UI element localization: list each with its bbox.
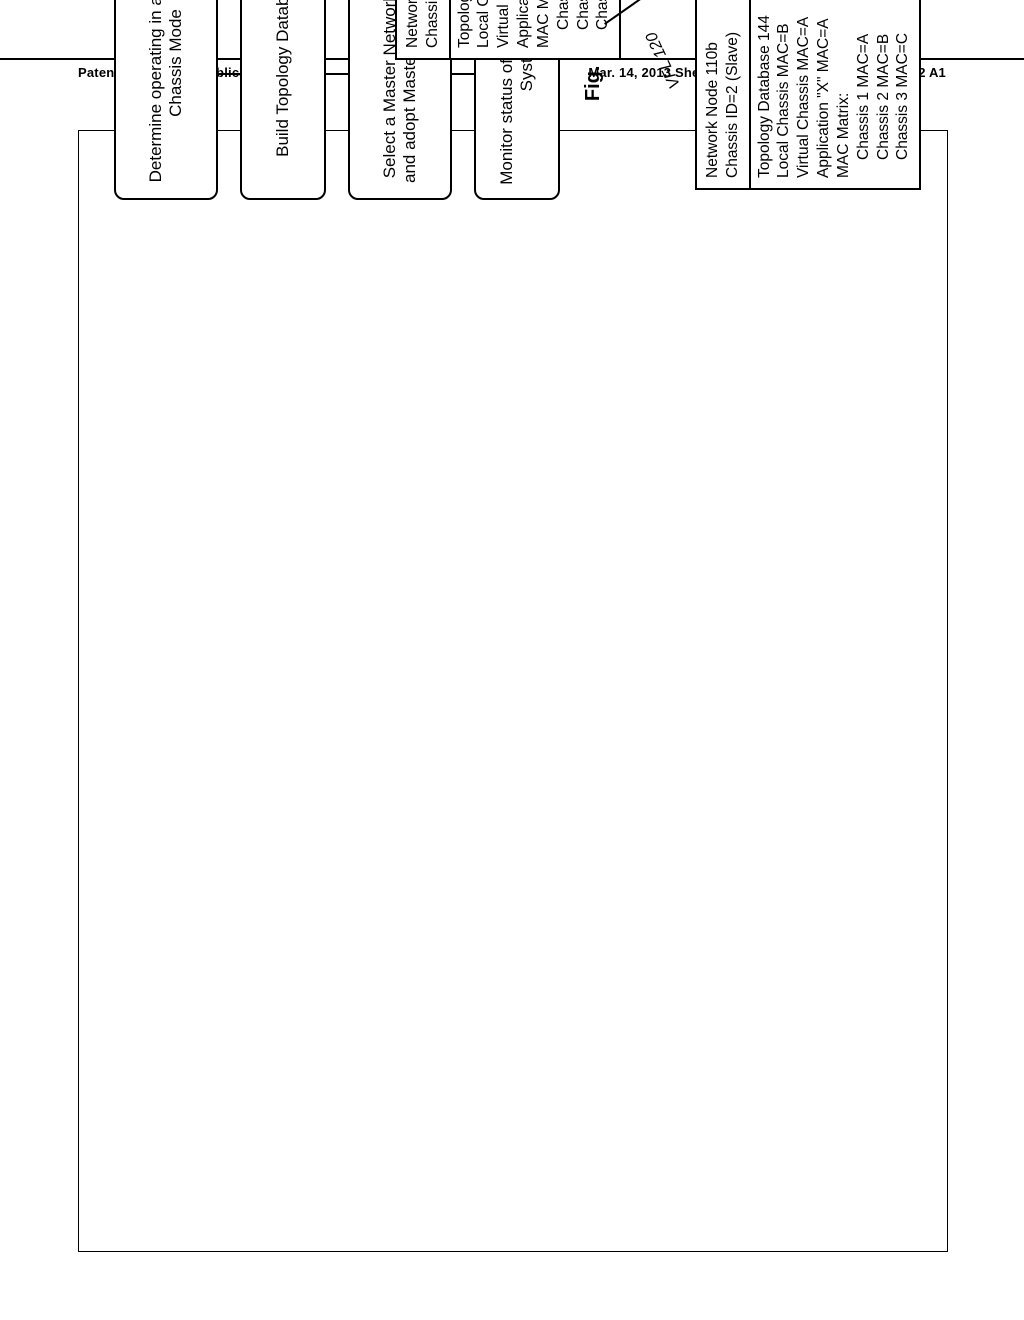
node-line: Virtual Chassis MAC=A (794, 0, 814, 178)
topology-db-label: Topology Database 144 (755, 0, 775, 178)
flow-step-132: Determine operating in a Virtual Chassis… (114, 0, 218, 200)
node-line: Local Chassis MAC=A (474, 0, 494, 48)
page-frame (78, 130, 948, 1252)
topology-db-label: Topology Database 144 (455, 0, 475, 48)
node-chassis-id: Chassis ID=2 (Slave) (723, 0, 743, 178)
node-line: Application "X" MAC=A (814, 0, 834, 178)
node-title: Network Node 110b (703, 0, 723, 178)
flow-step-text: Build Topology Database (273, 0, 293, 157)
node-header: Network Node 110b Chassis ID=2 (Slave) (697, 0, 747, 188)
flow-connector (218, 73, 240, 75)
matrix-line: Chassis 2 MAC=B (874, 0, 894, 178)
node-title: Network Node 110a (403, 0, 423, 48)
node-line: MAC Matrix: (534, 0, 554, 48)
node-line: Local Chassis MAC=B (774, 0, 794, 178)
flow-row: Determine operating in a Virtual Chassis… (114, 0, 218, 200)
flow-step-134: Build Topology Database (240, 0, 326, 200)
network-node-b: Network Node 110b Chassis ID=2 (Slave) T… (695, 0, 921, 190)
node-chassis-id: Chassis ID=1 (Master) (423, 0, 443, 48)
node-line: Virtual Chassis MAC=A (494, 0, 514, 48)
matrix-line: Chassis 3 MAC=C (593, 0, 613, 48)
node-header: Network Node 110a Chassis ID=1 (Master) (397, 0, 447, 58)
flow-connector (326, 73, 348, 75)
matrix-line: Chassis 3 MAC=C (893, 0, 913, 178)
matrix-line: Chassis 1 MAC=A (554, 0, 574, 48)
network-node-a: Network Node 110a Chassis ID=1 (Master) … (395, 0, 621, 60)
matrix-line: Chassis 2 MAC=B (574, 0, 594, 48)
flow-connector (452, 73, 474, 75)
node-line: MAC Matrix: (834, 0, 854, 178)
node-line: Application "X" MAC=A (514, 0, 534, 48)
node-body: Topology Database 144 Local Chassis MAC=… (751, 0, 920, 188)
flow-step-text: Determine operating in a Virtual Chassis… (146, 0, 186, 188)
matrix-line: Chassis 1 MAC=A (854, 0, 874, 178)
node-body: Topology Database 144 Local Chassis MAC=… (451, 0, 620, 58)
flow-row: Build Topology Database 134 (240, 0, 326, 200)
